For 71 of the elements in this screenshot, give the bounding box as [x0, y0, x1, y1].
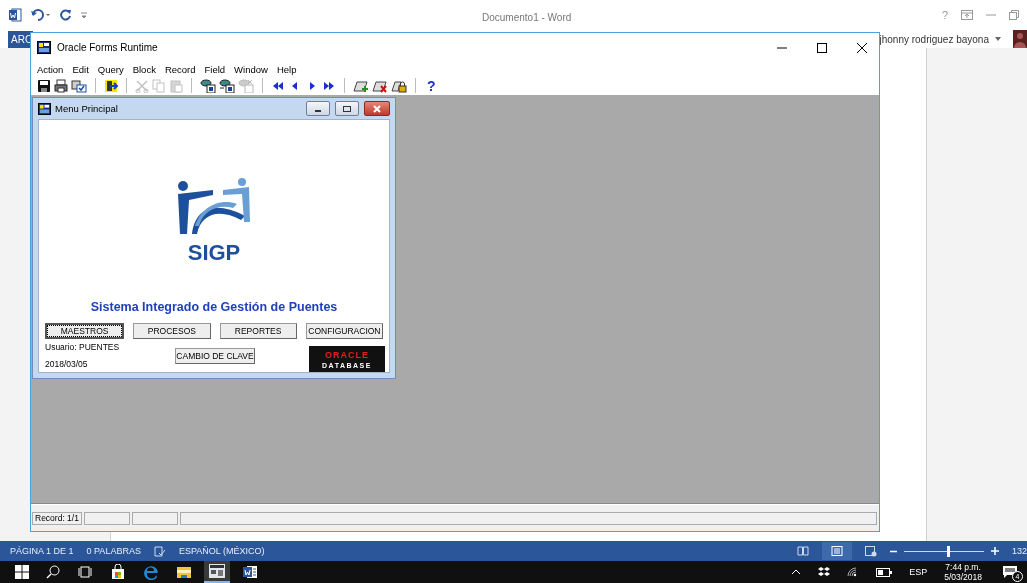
maximize-icon[interactable] — [817, 42, 827, 53]
menu-item[interactable]: Field — [204, 63, 226, 75]
app-window-icon — [208, 563, 226, 579]
undo-icon[interactable] — [30, 9, 52, 21]
word-icon — [8, 8, 22, 22]
user-label: Usuario: PUENTES — [45, 342, 121, 352]
close-button[interactable] — [364, 101, 390, 116]
start-icon[interactable] — [15, 565, 29, 579]
menu-item[interactable]: Help — [276, 63, 297, 75]
clock-time[interactable]: 7:44 p.m. — [945, 562, 981, 572]
zoom-in-icon[interactable] — [990, 547, 999, 555]
language[interactable]: ESPAÑOL (MÉXICO) — [178, 546, 265, 556]
menu-button[interactable]: CONFIGURACION — [305, 323, 383, 339]
database-query-icon[interactable] — [200, 77, 216, 94]
window-title: Documento1 - Word — [482, 12, 572, 23]
logo-text: SIGP — [187, 240, 241, 266]
status-cell — [83, 511, 130, 525]
database-run-icon[interactable] — [219, 77, 235, 94]
redo-icon[interactable] — [60, 9, 72, 21]
page-check-icon[interactable] — [71, 77, 87, 94]
date-label: 2018/03/05 — [45, 359, 89, 369]
search-icon[interactable] — [46, 565, 60, 579]
menu-item[interactable]: Block — [132, 63, 156, 75]
app-icon — [38, 102, 51, 115]
menu-item[interactable]: Window — [234, 63, 268, 75]
browser-e-icon — [143, 564, 159, 580]
status-text: Record: 1/1 — [32, 511, 82, 525]
folder-icon — [176, 564, 192, 580]
print-layout-button[interactable] — [821, 542, 852, 560]
word-icon — [242, 564, 258, 580]
battery-icon[interactable] — [876, 567, 893, 577]
page-count[interactable]: PÁGINA 1 DE 1 — [10, 546, 74, 556]
menu-button[interactable]: MAESTROS — [45, 323, 125, 339]
proofing-icon[interactable] — [153, 545, 166, 557]
save-icon[interactable] — [37, 77, 51, 94]
customize-toolbar-icon[interactable] — [80, 10, 88, 20]
window-title: Menu Principal — [55, 103, 118, 114]
maximize-icon — [343, 104, 351, 113]
task-view-icon[interactable] — [77, 565, 93, 579]
restore-icon[interactable] — [1009, 10, 1019, 20]
close-icon — [373, 104, 381, 113]
web-layout-icon[interactable] — [864, 545, 877, 557]
menu-item[interactable]: Edit — [72, 63, 89, 75]
app-icon — [37, 41, 51, 54]
zoom-level[interactable]: 132 — [1011, 546, 1027, 556]
ribbon-display-icon[interactable] — [961, 10, 973, 20]
window-title: Oracle Forms Runtime — [57, 42, 158, 53]
caret-icon[interactable] — [995, 37, 1001, 41]
close-icon[interactable] — [857, 42, 867, 53]
menu-item[interactable]: Query — [97, 63, 124, 75]
user-name[interactable]: jhonny rodriguez bayona — [879, 33, 989, 45]
page-icon — [830, 546, 843, 556]
minimize-button[interactable] — [306, 101, 330, 116]
avatar-icon[interactable] — [1013, 30, 1027, 48]
menu-button[interactable]: REPORTES — [219, 323, 297, 339]
taskbar-button[interactable] — [204, 561, 230, 583]
shopping-bag-icon — [110, 564, 126, 580]
language-indicator[interactable]: ESP — [909, 567, 928, 577]
heading: Sistema Integrado de Gestión de Puentes — [90, 300, 338, 314]
menu-item[interactable]: Action — [37, 63, 64, 75]
clock-date[interactable]: 5/03/2018 — [944, 572, 982, 582]
status-cell — [131, 511, 178, 525]
chevron-up-icon[interactable] — [791, 569, 802, 575]
maximize-button[interactable] — [335, 101, 359, 116]
read-mode-icon[interactable] — [796, 546, 809, 556]
printer-icon[interactable] — [54, 77, 68, 94]
help-button[interactable]: ? — [424, 77, 439, 94]
menu-button[interactable]: PROCESOS — [133, 323, 211, 339]
change-password-button[interactable]: CAMBIO DE CLAVE — [175, 348, 255, 364]
word-count[interactable]: 0 PALABRAS — [86, 546, 141, 556]
menu-item[interactable]: Record — [164, 63, 196, 75]
